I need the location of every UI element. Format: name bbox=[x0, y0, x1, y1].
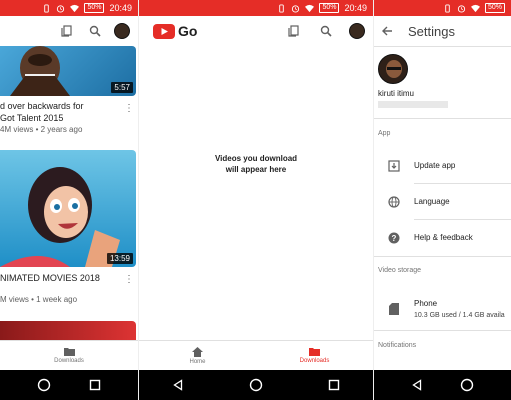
section-divider bbox=[374, 256, 511, 257]
setting-help-feedback[interactable]: ? Help & feedback bbox=[374, 220, 511, 255]
settings-app-bar: Settings bbox=[374, 16, 511, 46]
wifi-icon bbox=[470, 4, 480, 12]
video-meta: 4M views • 2 years ago bbox=[0, 125, 83, 134]
update-icon bbox=[388, 159, 400, 172]
back-nav-icon[interactable] bbox=[172, 379, 184, 391]
system-nav-bar bbox=[139, 370, 373, 400]
alarm-icon bbox=[57, 4, 65, 13]
sd-card-icon bbox=[389, 303, 399, 315]
system-nav-bar bbox=[0, 370, 138, 400]
more-options-icon[interactable]: ⋮ bbox=[124, 275, 134, 285]
back-arrow-icon[interactable] bbox=[378, 22, 396, 40]
account-header[interactable]: kiruti itimu bbox=[378, 54, 448, 108]
account-avatar[interactable] bbox=[349, 23, 365, 39]
section-divider bbox=[374, 330, 511, 331]
section-divider bbox=[374, 118, 511, 119]
bottom-navigation: Home Downloads bbox=[139, 340, 373, 370]
bottom-nav-label: Home bbox=[189, 358, 206, 365]
system-nav-bar bbox=[374, 370, 511, 400]
account-avatar[interactable] bbox=[114, 23, 130, 39]
bottom-nav-downloads[interactable]: Downloads bbox=[256, 341, 373, 370]
setting-language[interactable]: Language bbox=[374, 184, 511, 219]
video-title-line2[interactable]: Got Talent 2015 bbox=[0, 112, 118, 124]
video-title[interactable]: NIMATED MOVIES 2018 bbox=[0, 272, 118, 284]
go-app-bar: Go bbox=[139, 16, 373, 46]
clock: 20:49 bbox=[344, 3, 367, 13]
bottom-nav-downloads[interactable]: Downloads bbox=[0, 341, 138, 370]
back-nav-icon[interactable] bbox=[411, 379, 423, 391]
thumbnail-image bbox=[0, 167, 120, 267]
bottom-nav-label: Downloads bbox=[299, 358, 330, 364]
recents-nav-icon[interactable] bbox=[89, 379, 101, 391]
section-header-video-storage: Video storage bbox=[378, 267, 422, 274]
alarm-icon bbox=[457, 4, 466, 13]
help-icon: ? bbox=[388, 232, 400, 243]
storage-usage: 10.3 GB used / 1.4 GB availa bbox=[414, 312, 505, 319]
home-nav-icon[interactable] bbox=[249, 378, 263, 392]
appbar-divider bbox=[374, 46, 511, 47]
status-bar: 50% 20:49 bbox=[0, 0, 138, 16]
section-header-app: App bbox=[378, 130, 391, 137]
vibrate-icon bbox=[279, 3, 285, 13]
video-thumbnail[interactable]: 5:57 bbox=[0, 46, 136, 96]
setting-label: Update app bbox=[414, 161, 456, 170]
battery-indicator: 50% bbox=[484, 3, 505, 13]
folder-icon bbox=[63, 348, 75, 356]
video-meta: M views • 1 week ago bbox=[0, 295, 78, 304]
home-feed-panel: 50% 20:49 5:57 d over backwards for Got … bbox=[0, 0, 138, 400]
section-header-notifications: Notifications bbox=[378, 342, 417, 349]
account-email-redacted bbox=[378, 101, 448, 108]
bottom-navigation: Downloads bbox=[0, 340, 138, 370]
vibrate-icon bbox=[44, 3, 50, 13]
alarm-icon bbox=[292, 4, 300, 13]
status-bar: 50% bbox=[374, 0, 511, 16]
video-duration: 5:57 bbox=[111, 82, 133, 93]
globe-icon bbox=[388, 195, 400, 208]
status-bar: 50% 20:49 bbox=[139, 0, 373, 16]
profile-avatar bbox=[378, 54, 408, 84]
setting-label: Phone bbox=[414, 299, 438, 308]
setting-storage-phone[interactable]: Phone 10.3 GB used / 1.4 GB availa bbox=[374, 290, 511, 328]
setting-label: Help & feedback bbox=[414, 233, 473, 242]
library-icon[interactable] bbox=[285, 22, 303, 40]
more-options-icon[interactable]: ⋮ bbox=[124, 104, 134, 114]
go-downloads-panel: 50% 20:49 Go Videos you download will ap… bbox=[138, 0, 374, 400]
search-icon[interactable] bbox=[317, 22, 335, 40]
video-thumbnail[interactable]: 13:59 bbox=[0, 150, 136, 267]
video-title[interactable]: d over backwards for bbox=[0, 100, 118, 112]
empty-state-line2: will appear here bbox=[225, 165, 287, 174]
home-app-bar bbox=[0, 16, 138, 46]
bottom-nav-home[interactable]: Home bbox=[139, 341, 256, 370]
svg-text:?: ? bbox=[392, 234, 397, 243]
bottom-nav-label: Downloads bbox=[54, 358, 84, 364]
clock: 20:49 bbox=[109, 3, 132, 13]
cast-library-icon[interactable] bbox=[58, 22, 76, 40]
video-duration: 13:59 bbox=[106, 253, 133, 264]
battery-indicator: 50% bbox=[319, 3, 340, 13]
empty-state-line1: Videos you download bbox=[214, 154, 298, 163]
setting-update-app[interactable]: Update app bbox=[374, 148, 511, 183]
page-title: Settings bbox=[408, 23, 455, 39]
search-icon[interactable] bbox=[86, 22, 104, 40]
folder-icon bbox=[309, 348, 320, 356]
setting-label: Language bbox=[414, 197, 450, 206]
wifi-icon bbox=[305, 4, 315, 12]
logo-text: Go bbox=[178, 23, 198, 39]
wifi-icon bbox=[70, 4, 80, 12]
settings-panel: 50% Settings kiruti itimu App Update app… bbox=[374, 0, 511, 400]
youtube-go-logo: Go bbox=[153, 23, 197, 39]
home-nav-icon[interactable] bbox=[460, 378, 474, 392]
home-nav-icon[interactable] bbox=[37, 378, 51, 392]
home-icon bbox=[192, 346, 203, 357]
account-name: kiruti itimu bbox=[378, 89, 415, 98]
downloads-empty-state: Videos you download will appear here bbox=[139, 153, 373, 175]
battery-indicator: 50% bbox=[84, 3, 105, 13]
youtube-play-logo-icon bbox=[153, 23, 175, 39]
vibrate-icon bbox=[445, 3, 450, 13]
recents-nav-icon[interactable] bbox=[328, 379, 340, 391]
